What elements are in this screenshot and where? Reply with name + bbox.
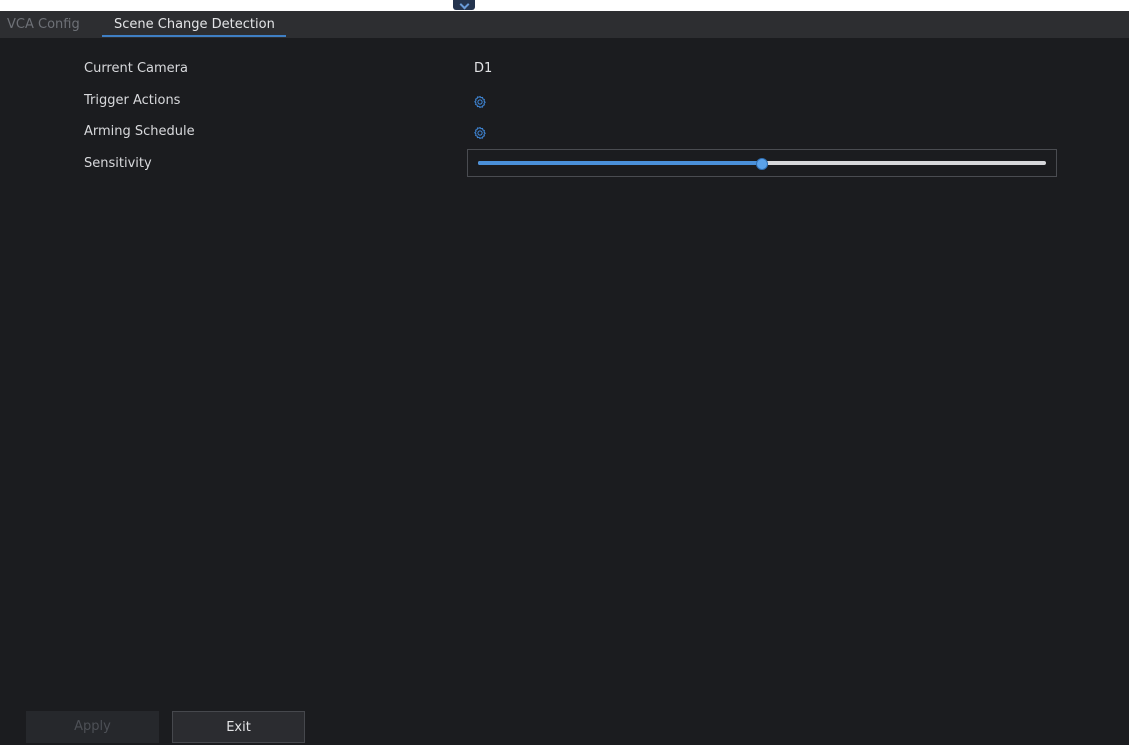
- collapse-chevron-icon[interactable]: [453, 0, 475, 10]
- sensitivity-slider[interactable]: [467, 149, 1057, 177]
- trigger-actions-label: Trigger Actions: [84, 93, 181, 108]
- settings-panel: VCA Config Scene Change Detection Curren…: [0, 11, 1129, 745]
- screen: VCA Config Scene Change Detection Curren…: [0, 0, 1129, 745]
- tab-vca-config[interactable]: VCA Config: [7, 11, 80, 38]
- sensitivity-slider-fill: [478, 161, 762, 165]
- sensitivity-slider-thumb[interactable]: [756, 158, 768, 170]
- apply-button[interactable]: Apply: [26, 711, 159, 743]
- current-camera-value: D1: [474, 61, 493, 76]
- arming-schedule-gear-icon[interactable]: [473, 126, 487, 140]
- trigger-actions-gear-icon[interactable]: [473, 95, 487, 109]
- current-camera-label: Current Camera: [84, 61, 188, 76]
- sensitivity-slider-track[interactable]: [478, 158, 1046, 170]
- chevron-down-icon: [459, 0, 470, 10]
- tab-scene-change-detection[interactable]: Scene Change Detection: [107, 11, 282, 38]
- active-tab-indicator: [102, 35, 286, 37]
- sensitivity-label: Sensitivity: [84, 156, 152, 171]
- arming-schedule-label: Arming Schedule: [84, 124, 195, 139]
- tab-bar: VCA Config Scene Change Detection: [0, 11, 1129, 38]
- exit-button[interactable]: Exit: [172, 711, 305, 743]
